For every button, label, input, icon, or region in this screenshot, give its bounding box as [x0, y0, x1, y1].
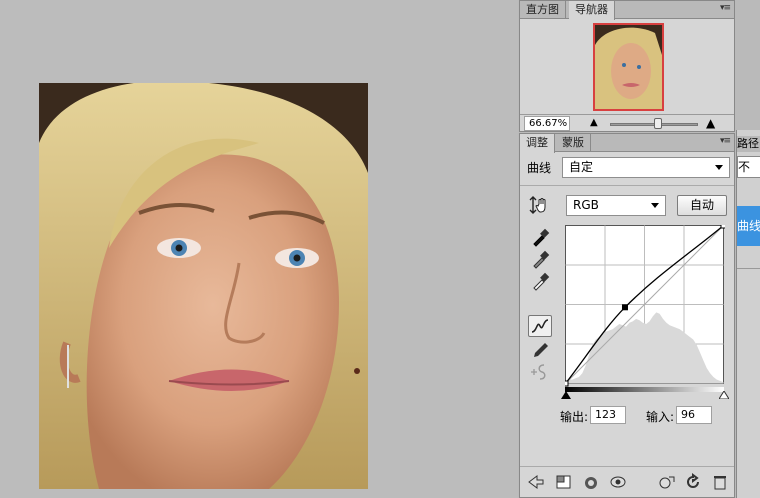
preset-dropdown[interactable]: 自定: [562, 157, 730, 178]
auto-button[interactable]: 自动: [677, 195, 727, 216]
curve-control-point[interactable]: [720, 225, 725, 229]
navigator-tabbar: 直方图 导航器 ▾≡: [520, 1, 734, 20]
portrait-image: [39, 83, 368, 489]
adjustments-panel: 调整 蒙版 ▾≡ 曲线 自定 RGB 自动 输出: 123 输入: 96: [519, 133, 735, 498]
tab-masks[interactable]: 蒙版: [556, 134, 591, 152]
trash-icon[interactable]: [710, 472, 730, 492]
navigator-footer: 66.67% ▲ ▲: [520, 114, 734, 132]
bottom-divider: [520, 466, 734, 467]
clip-to-layer-icon[interactable]: [581, 472, 601, 492]
chevron-down-icon: [651, 203, 659, 208]
portrait-photo[interactable]: [39, 83, 368, 489]
chevron-down-icon: [715, 165, 723, 170]
curves-graph[interactable]: [565, 225, 725, 395]
tab-navigator[interactable]: 导航器: [569, 1, 615, 20]
channel-dropdown[interactable]: RGB: [566, 195, 666, 216]
tab-paths[interactable]: 路径: [737, 136, 760, 152]
navigator-thumbnail[interactable]: [593, 23, 664, 111]
expand-view-icon[interactable]: [554, 472, 574, 492]
preset-value: 自定: [569, 160, 594, 174]
panel-divider: [520, 185, 734, 186]
black-point-eyedropper-icon[interactable]: [531, 227, 551, 247]
blend-mode-dropdown[interactable]: 不: [737, 156, 760, 178]
visibility-eye-icon[interactable]: [608, 472, 628, 492]
selected-layer-row[interactable]: 曲线: [737, 206, 760, 246]
targeted-adjust-hand-icon[interactable]: [529, 195, 549, 215]
tab-adjustments[interactable]: 调整: [520, 134, 555, 153]
blend-mode-value: 不: [738, 160, 751, 174]
channel-value: RGB: [573, 198, 599, 212]
smooth-curve-icon[interactable]: [529, 362, 549, 382]
zoom-slider-thumb[interactable]: [654, 118, 663, 129]
curve-control-point[interactable]: [565, 380, 569, 387]
gray-point-eyedropper-icon[interactable]: [531, 249, 551, 269]
tab-histogram[interactable]: 直方图: [520, 1, 566, 19]
navigator-preview-image: [595, 25, 662, 109]
input-gradient-bar: [565, 387, 724, 392]
panel-menu-icon[interactable]: ▾≡: [720, 3, 731, 13]
curve-edit-points-button[interactable]: [528, 315, 552, 337]
black-point-slider-icon[interactable]: [561, 391, 571, 399]
layer-divider: [737, 268, 760, 269]
white-point-eyedropper-icon[interactable]: [531, 271, 551, 291]
pencil-draw-icon[interactable]: [531, 340, 551, 360]
output-value-field[interactable]: 123: [590, 406, 626, 424]
input-value-field[interactable]: 96: [676, 406, 712, 424]
zoom-out-icon[interactable]: ▲: [590, 117, 598, 128]
adjustments-tabbar: 调整 蒙版 ▾≡: [520, 134, 734, 153]
zoom-level-field[interactable]: 66.67%: [524, 116, 570, 131]
zoom-in-icon[interactable]: ▲: [706, 116, 715, 130]
layers-side-panel: 路径 不 曲线: [736, 130, 760, 498]
view-previous-state-icon[interactable]: [657, 472, 677, 492]
curve-control-point[interactable]: [621, 304, 628, 311]
adjustments-menu-icon[interactable]: ▾≡: [720, 136, 731, 146]
navigator-panel: 直方图 导航器 ▾≡ 66.67% ▲ ▲: [519, 0, 735, 132]
white-point-slider-icon[interactable]: [719, 391, 729, 399]
curves-type-label: 曲线: [527, 161, 552, 175]
back-arrow-icon[interactable]: [526, 472, 546, 492]
curve-points-icon: [531, 319, 549, 333]
output-label: 输出:: [560, 410, 589, 424]
selected-layer-label: 曲线: [737, 219, 760, 233]
input-label: 输入:: [646, 410, 675, 424]
reset-icon[interactable]: [683, 472, 703, 492]
